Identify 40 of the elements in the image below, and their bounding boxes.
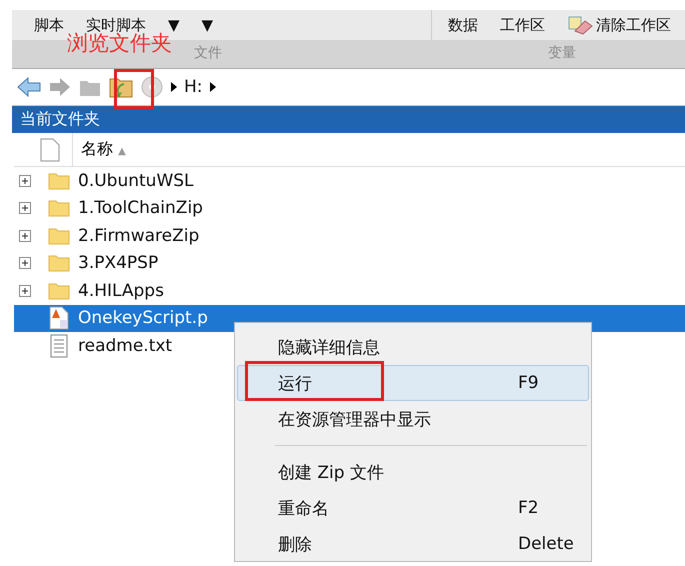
folder-icon <box>48 282 70 300</box>
eraser-icon <box>567 15 593 35</box>
column-header[interactable]: 名称 ▲ <box>72 133 132 166</box>
expand-icon[interactable] <box>19 202 31 214</box>
section-label: 变量 <box>548 44 576 62</box>
section-label: 文件 <box>194 44 222 62</box>
expand-icon[interactable] <box>19 284 31 297</box>
file-row[interactable]: 1.ToolChainZip <box>14 194 685 222</box>
menu-item[interactable]: 隐藏详细信息 <box>237 329 589 365</box>
document-icon <box>40 138 60 162</box>
menu-item[interactable]: 运行 F9 <box>237 365 589 401</box>
expand-icon[interactable] <box>19 174 31 187</box>
file-row[interactable]: 3.PX4PSP <box>14 250 685 277</box>
ribbon-button[interactable]: 数据 <box>440 10 486 40</box>
highlight-box <box>114 69 154 109</box>
path-segment[interactable]: H: <box>184 77 203 97</box>
ribbon-button[interactable]: 工作区 <box>492 10 553 40</box>
breadcrumb-arrow-icon[interactable] <box>208 81 217 93</box>
menu-item[interactable]: 删除 Delete <box>237 526 589 562</box>
file-row[interactable]: 2.FirmwareZip <box>14 222 685 250</box>
ribbon-button[interactable]: ▼ <box>194 10 222 40</box>
text-file-icon <box>48 334 70 358</box>
annotation-text: 浏览文件夹 <box>67 31 172 57</box>
folder-icon <box>48 226 70 245</box>
script-file-icon <box>48 306 70 330</box>
disc-icon[interactable] <box>140 75 164 99</box>
folder-icon <box>48 254 70 272</box>
expand-icon[interactable] <box>19 230 31 242</box>
breadcrumb-arrow-icon[interactable] <box>170 81 178 93</box>
back-arrow-icon[interactable] <box>16 76 42 98</box>
menu-item[interactable]: 重命名 F2 <box>237 490 589 526</box>
menu-item[interactable]: 在资源管理器中显示 <box>237 401 589 437</box>
ribbon-button[interactable]: 清除工作区 <box>559 10 679 40</box>
folder-icon <box>48 172 70 190</box>
panel-title: 当前文件夹 <box>12 106 685 133</box>
menu-item[interactable]: 创建 Zip 文件 <box>237 454 589 490</box>
expand-icon[interactable] <box>19 257 31 270</box>
folder-icon <box>48 199 70 218</box>
file-row[interactable]: 0.UbuntuWSL <box>14 167 685 194</box>
file-row[interactable]: 4.HILApps <box>14 277 685 304</box>
